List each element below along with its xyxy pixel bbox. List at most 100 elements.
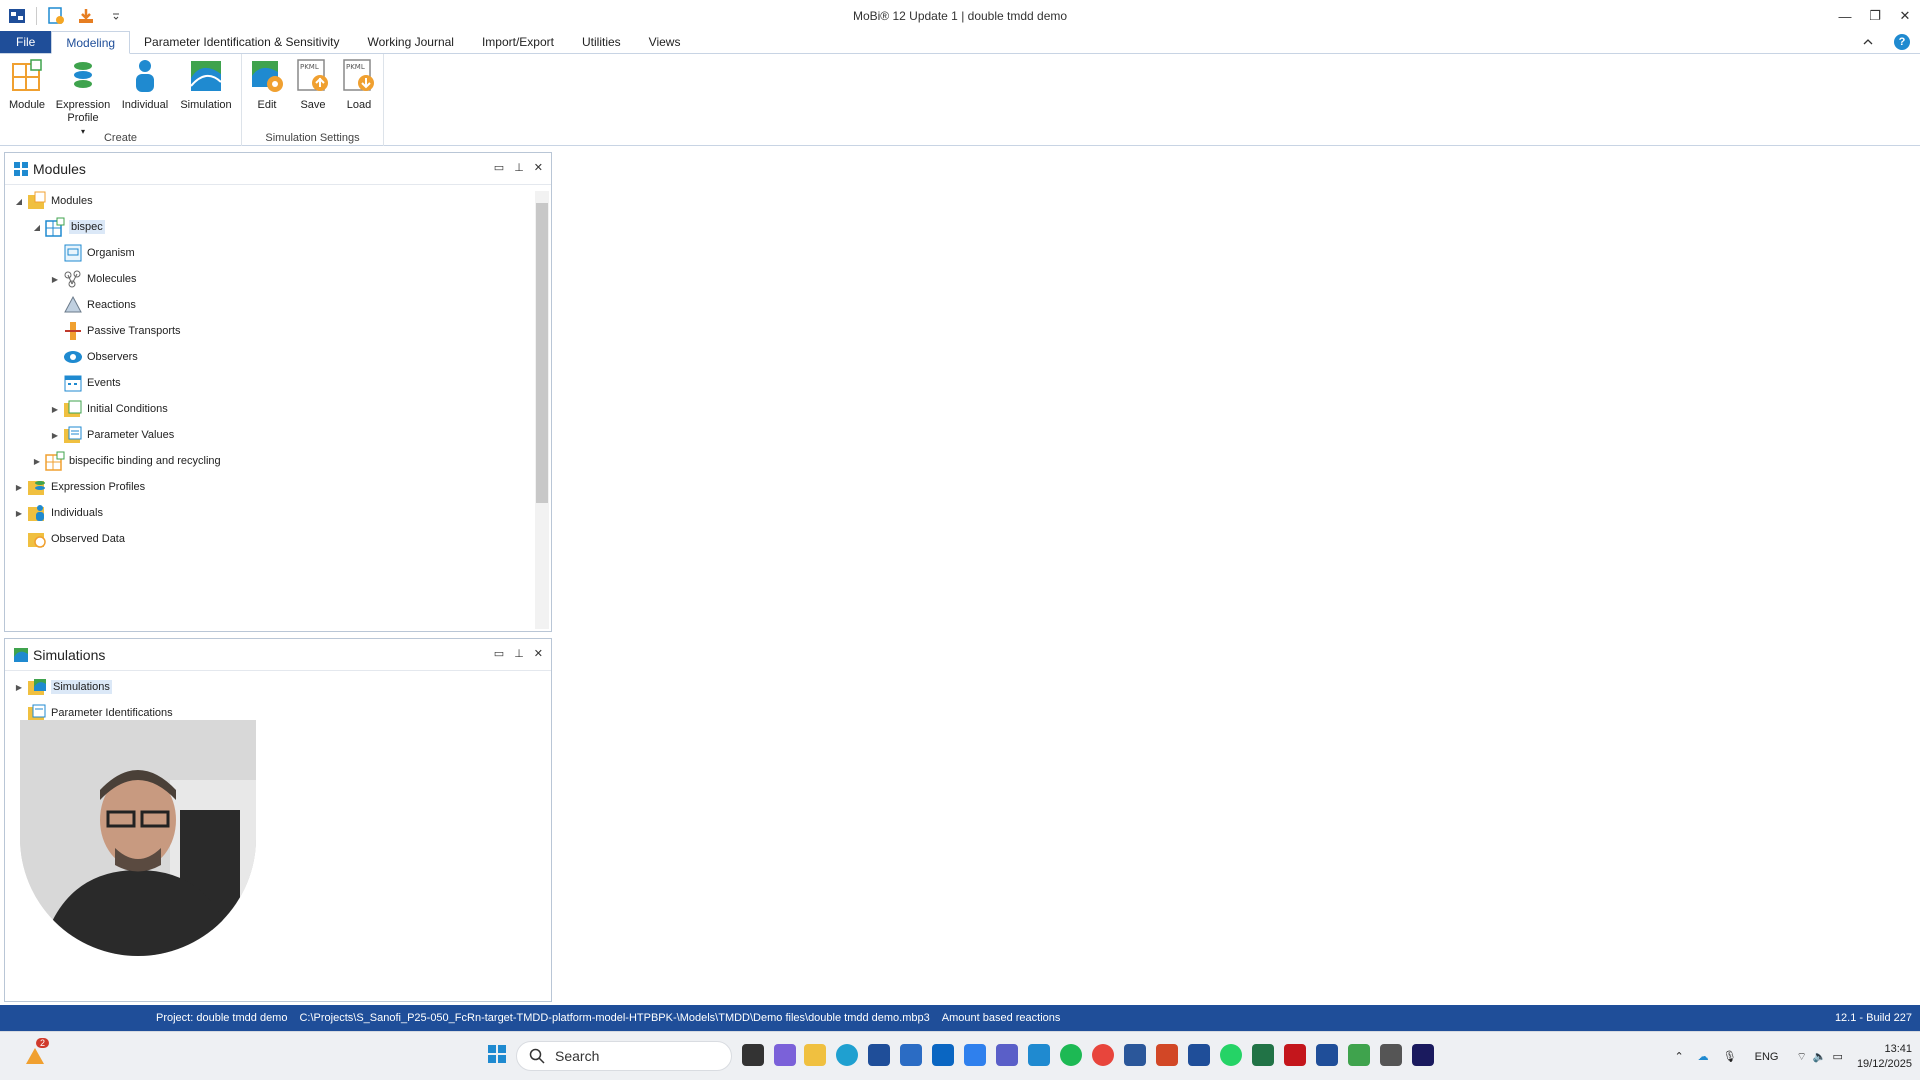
individual-label: Individual	[121, 99, 169, 111]
tab-modeling[interactable]: Modeling	[51, 31, 131, 54]
store-icon[interactable]	[868, 1044, 890, 1066]
pin-panel-icon[interactable]: ⊥	[514, 647, 524, 660]
edit-settings-button[interactable]: Edit	[246, 58, 288, 112]
tree-node-individuals[interactable]: ▶ Individuals	[13, 502, 103, 524]
system-tray: ⌃ ☁ 🎙 ENG ⌔ 🔈 ▭ 13:41 19/12/2025	[1674, 1032, 1912, 1080]
powerpoint-icon[interactable]	[1156, 1044, 1178, 1066]
pin-panel-icon[interactable]: ⊥	[514, 161, 524, 174]
help-icon[interactable]: ?	[1894, 34, 1910, 50]
tree-node-observers[interactable]: Observers	[49, 346, 138, 368]
tree-node-simulations[interactable]: ▶ Simulations	[13, 676, 112, 698]
tree-node-events[interactable]: Events	[49, 372, 121, 394]
expand-arrow-icon[interactable]: ▶	[49, 431, 61, 440]
tree-node-reactions[interactable]: Reactions	[49, 294, 136, 316]
notification-app-icon[interactable]: 2	[22, 1038, 50, 1068]
expand-arrow-icon[interactable]: ▶	[13, 483, 25, 492]
file-explorer-icon[interactable]	[804, 1044, 826, 1066]
tree-node-observed-data[interactable]: Observed Data	[13, 528, 125, 550]
collapse-arrow-icon[interactable]: ◢	[31, 223, 43, 232]
expand-arrow-icon[interactable]: ▶	[13, 509, 25, 518]
save-project-icon[interactable]	[75, 5, 97, 27]
expand-arrow-icon[interactable]: ▶	[31, 457, 43, 466]
spotify-icon[interactable]	[1060, 1044, 1082, 1066]
new-project-icon[interactable]	[45, 5, 67, 27]
windows-start-icon[interactable]	[488, 1045, 506, 1066]
expand-arrow-icon[interactable]: ▶	[49, 275, 61, 284]
modules-scrollbar[interactable]	[535, 191, 549, 629]
customize-toolbar-icon[interactable]	[105, 5, 127, 27]
copilot-icon[interactable]	[774, 1044, 796, 1066]
show-hidden-icons-icon[interactable]: ⌃	[1674, 1050, 1683, 1063]
node-label: Observed Data	[51, 533, 125, 545]
chrome-icon[interactable]	[1092, 1044, 1114, 1066]
expand-arrow-icon[interactable]: ▶	[49, 405, 61, 414]
node-label: bispec	[69, 220, 105, 234]
task-view-icon[interactable]	[742, 1044, 764, 1066]
module-button[interactable]: Module	[6, 58, 48, 112]
load-pkml-tag: PKML	[346, 63, 365, 71]
close-panel-icon[interactable]: ✕	[534, 647, 543, 660]
profile-label: Profile	[67, 112, 99, 124]
mobi-app-icon[interactable]	[1188, 1044, 1210, 1066]
tree-node-molecules[interactable]: ▶ Molecules	[49, 268, 137, 290]
collapse-ribbon-icon[interactable]	[1862, 36, 1874, 48]
close-window-button[interactable]: ✕	[1890, 0, 1920, 32]
save-settings-button[interactable]: PKML Save	[292, 58, 334, 112]
calculator-icon[interactable]	[1380, 1044, 1402, 1066]
clock[interactable]: 13:41 19/12/2025	[1857, 1042, 1912, 1072]
tree-node-bispec[interactable]: ◢ bispec	[31, 216, 105, 238]
ribbon-tabs: File Modeling Parameter Identification &…	[0, 31, 1920, 54]
app-menu-icon[interactable]	[6, 5, 28, 27]
observed-data-folder-icon	[28, 533, 46, 548]
status-build: 12.1 - Build 227	[1834, 1012, 1912, 1024]
tab-parameter-identification[interactable]: Parameter Identification & Sensitivity	[130, 31, 353, 53]
volume-icon[interactable]: 🔈	[1813, 1050, 1827, 1063]
tree-node-parameter-values[interactable]: ▶ Parameter Values	[49, 424, 174, 446]
individual-button[interactable]: Individual	[118, 58, 172, 112]
todo-icon[interactable]	[964, 1044, 986, 1066]
mail-app-icon[interactable]	[900, 1044, 922, 1066]
tab-views[interactable]: Views	[635, 31, 695, 53]
modules-panel-icon	[14, 161, 28, 176]
tree-node-initial-conditions[interactable]: ▶ Initial Conditions	[49, 398, 168, 420]
pksim-icon[interactable]	[1348, 1044, 1370, 1066]
tree-node-bispecific-binding[interactable]: ▶ bispecific binding and recycling	[31, 450, 221, 472]
tab-import-export[interactable]: Import/Export	[468, 31, 568, 53]
onedrive-cloud-icon[interactable]: ☁	[1698, 1050, 1709, 1063]
language-indicator[interactable]: ENG	[1755, 1051, 1779, 1063]
load-settings-button[interactable]: PKML Load	[338, 58, 380, 112]
taskbar-search-box[interactable]: Search	[516, 1041, 732, 1071]
terminal-icon[interactable]	[1412, 1044, 1434, 1066]
calendar-app-icon[interactable]	[1028, 1044, 1050, 1066]
passive-transports-icon	[65, 322, 81, 340]
acrobat-icon[interactable]	[1284, 1044, 1306, 1066]
whatsapp-icon[interactable]	[1220, 1044, 1242, 1066]
wifi-icon[interactable]: ⌔	[1796, 1050, 1806, 1064]
edge-browser-icon[interactable]	[836, 1044, 858, 1066]
tree-node-expression-profiles[interactable]: ▶ Expression Profiles	[13, 476, 145, 498]
tab-utilities[interactable]: Utilities	[568, 31, 635, 53]
battery-icon[interactable]: ▭	[1833, 1050, 1843, 1063]
expression-profile-button[interactable]: Expression Profile ▾	[54, 58, 112, 138]
close-panel-icon[interactable]: ✕	[534, 161, 543, 174]
collapse-arrow-icon[interactable]: ◢	[13, 197, 25, 206]
tree-node-modules[interactable]: ◢ Modules	[13, 190, 93, 212]
scrollbar-thumb[interactable]	[536, 203, 548, 503]
node-label: Simulations	[51, 680, 112, 694]
expand-arrow-icon[interactable]: ▶	[13, 683, 25, 692]
tab-file[interactable]: File	[0, 31, 52, 53]
excel-icon[interactable]	[1252, 1044, 1274, 1066]
mobi-active-icon[interactable]	[1316, 1044, 1338, 1066]
restore-button[interactable]: ❐	[1860, 0, 1890, 32]
word-icon[interactable]	[1124, 1044, 1146, 1066]
maximize-panel-icon[interactable]: ▭	[494, 161, 504, 174]
microphone-icon[interactable]: 🎙	[1723, 1050, 1737, 1063]
tab-working-journal[interactable]: Working Journal	[353, 31, 467, 53]
teams-icon[interactable]	[996, 1044, 1018, 1066]
outlook-icon[interactable]	[932, 1044, 954, 1066]
tree-node-organism[interactable]: Organism	[49, 242, 135, 264]
minimize-button[interactable]: —	[1830, 0, 1860, 32]
simulation-button[interactable]: Simulation	[178, 58, 234, 112]
tree-node-passive-transports[interactable]: Passive Transports	[49, 320, 181, 342]
maximize-panel-icon[interactable]: ▭	[494, 647, 504, 660]
